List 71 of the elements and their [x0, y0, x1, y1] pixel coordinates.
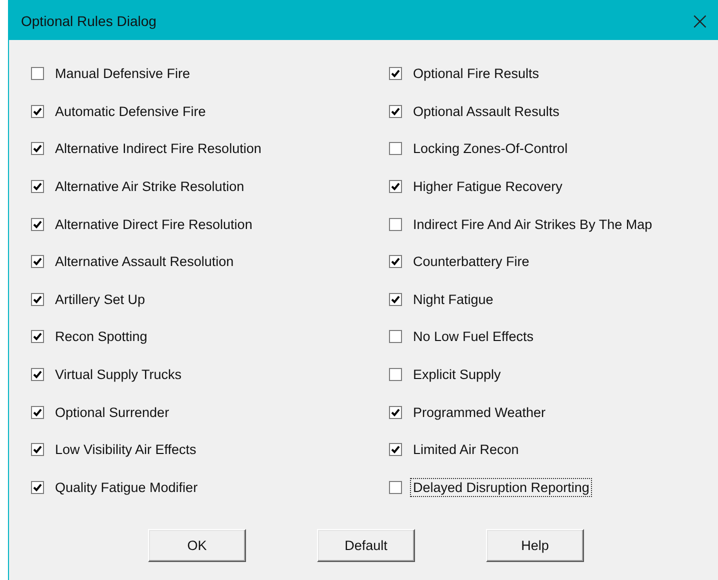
checkmark-icon — [33, 294, 42, 304]
window-title: Optional Rules Dialog — [21, 12, 156, 28]
checkmark-icon — [391, 257, 400, 266]
checkbox[interactable] — [31, 330, 44, 344]
checkmark-icon — [33, 257, 42, 266]
checkbox-label[interactable]: Optional Assault Results — [410, 102, 562, 121]
checkbox-label[interactable]: Alternative Direct Fire Resolution — [52, 214, 256, 234]
checkbox[interactable] — [389, 292, 402, 306]
checkmark-icon — [33, 106, 42, 116]
checkbox[interactable] — [389, 67, 402, 80]
checkbox-label[interactable]: Optional Surrender — [52, 402, 172, 422]
checkbox[interactable] — [31, 142, 44, 156]
checkbox[interactable] — [389, 330, 402, 344]
checkbox-label[interactable]: Counterbattery Fire — [410, 252, 532, 272]
checkmark-icon — [391, 182, 400, 192]
checkmark-icon — [33, 482, 42, 492]
checkbox[interactable] — [31, 255, 44, 268]
checkbox[interactable] — [389, 368, 402, 382]
checkbox-label[interactable]: Alternative Assault Resolution — [52, 252, 237, 272]
checkbox[interactable] — [389, 255, 402, 268]
checkbox[interactable] — [31, 67, 44, 80]
checkbox-label[interactable]: Recon Spotting — [52, 327, 150, 346]
checkmark-icon — [33, 144, 42, 154]
checkbox[interactable] — [389, 104, 402, 118]
dialog-button[interactable]: OK — [148, 529, 246, 562]
checkbox[interactable] — [389, 406, 402, 419]
checkbox-label[interactable]: Programmed Weather — [410, 402, 549, 422]
dialog-button[interactable]: Default — [317, 529, 415, 562]
checkbox[interactable] — [31, 104, 44, 118]
checkbox-label[interactable]: Alternative Air Strike Resolution — [52, 177, 248, 196]
checkbox[interactable] — [31, 480, 44, 494]
checkmark-icon — [33, 408, 42, 417]
checkbox[interactable] — [31, 180, 44, 194]
checkbox-label[interactable]: Artillery Set Up — [52, 290, 148, 309]
checkbox[interactable] — [31, 218, 44, 231]
checkbox[interactable] — [31, 443, 44, 456]
checkmark-icon — [391, 69, 400, 78]
checkmark-icon — [391, 445, 400, 454]
checkbox[interactable] — [31, 292, 44, 306]
checkbox-label[interactable]: Indirect Fire And Air Strikes By The Map — [410, 214, 656, 234]
checkbox[interactable] — [389, 443, 402, 456]
checkmark-icon — [33, 220, 42, 229]
checkmark-icon — [33, 332, 42, 342]
checkbox-label[interactable]: Manual Defensive Fire — [52, 64, 194, 84]
checkbox-label[interactable]: Night Fatigue — [410, 290, 496, 309]
checkbox-label[interactable]: No Low Fuel Effects — [410, 327, 537, 346]
checkmark-icon — [33, 182, 42, 192]
checkbox[interactable] — [389, 142, 402, 156]
checkbox-label[interactable]: Low Visibility Air Effects — [52, 440, 200, 460]
checkmark-icon — [391, 106, 400, 116]
checkbox[interactable] — [31, 368, 44, 382]
checkmark-icon — [391, 408, 400, 417]
checkbox[interactable] — [389, 180, 402, 194]
checkbox-label[interactable]: Optional Fire Results — [410, 64, 542, 84]
checkmark-icon — [33, 445, 42, 454]
checkmark-icon — [391, 294, 400, 304]
checkbox[interactable] — [389, 218, 402, 231]
checkbox-label[interactable]: Explicit Supply — [410, 365, 504, 384]
checkbox[interactable] — [389, 480, 402, 494]
checkbox-label[interactable]: Automatic Defensive Fire — [52, 102, 209, 121]
checkbox-label[interactable]: Quality Fatigue Modifier — [52, 478, 201, 497]
checkbox-label[interactable]: Virtual Supply Trucks — [52, 365, 185, 384]
checkmark-icon — [33, 370, 42, 380]
checkbox-label[interactable]: Alternative Indirect Fire Resolution — [52, 139, 264, 158]
checkbox[interactable] — [31, 406, 44, 419]
checkbox-label[interactable]: Locking Zones-Of-Control — [410, 139, 571, 158]
close-button[interactable]: × — [686, 8, 714, 32]
checkbox-label[interactable]: Delayed Disruption Reporting — [410, 478, 592, 497]
checkbox-label[interactable]: Limited Air Recon — [410, 440, 522, 460]
dialog-button[interactable]: Help — [486, 529, 584, 562]
checkbox-label[interactable]: Higher Fatigue Recovery — [410, 177, 566, 196]
